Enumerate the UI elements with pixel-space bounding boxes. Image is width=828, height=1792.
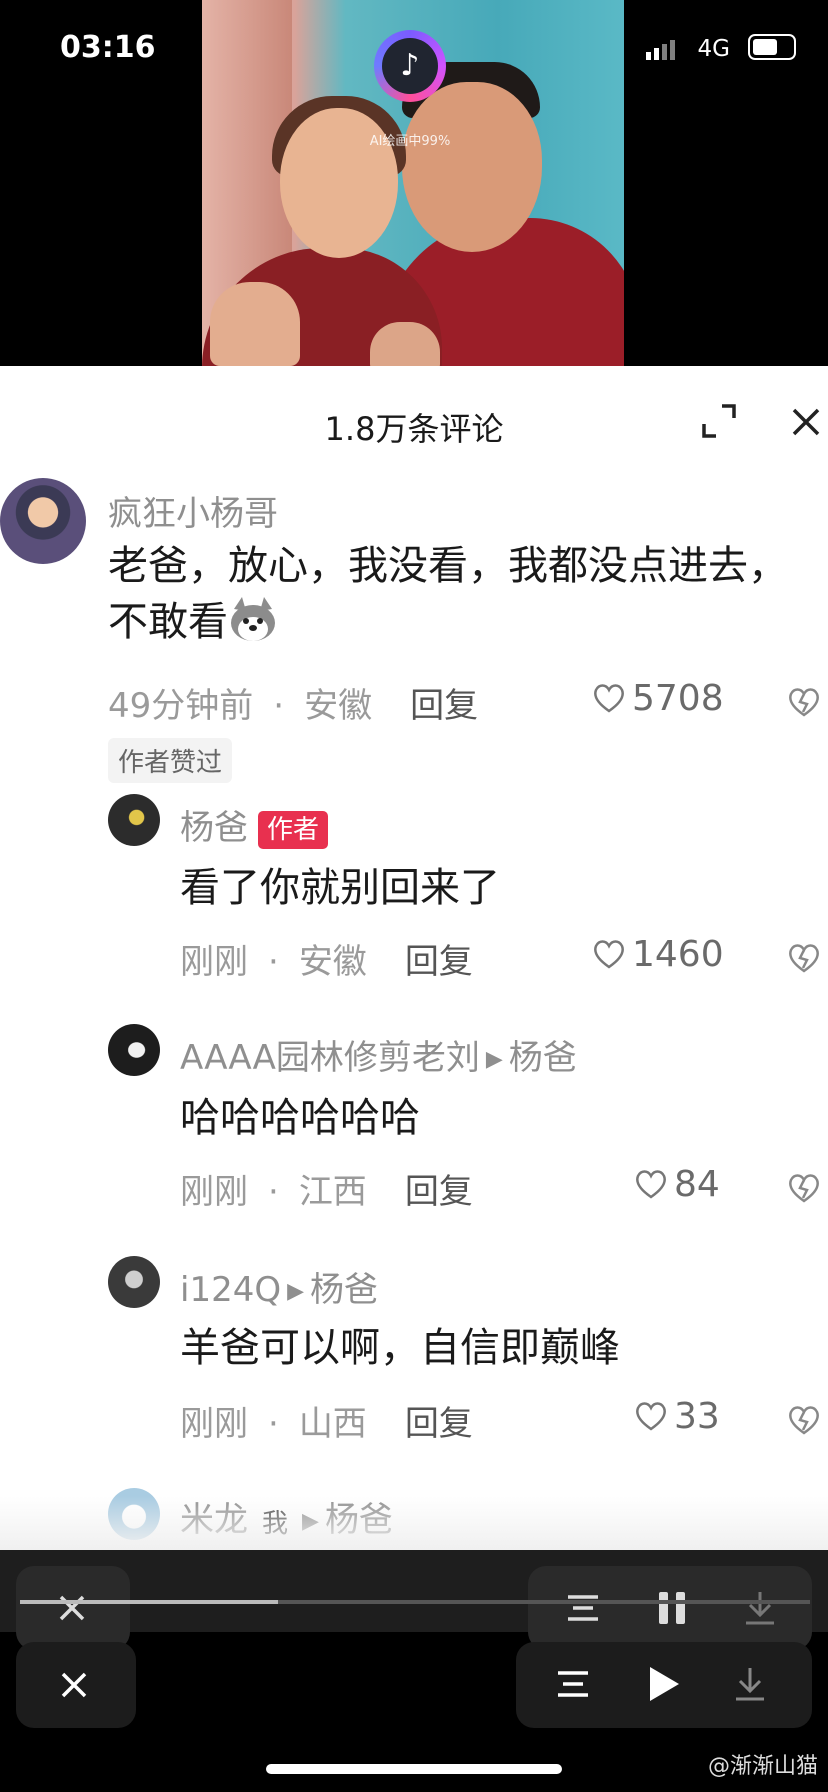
scroll-fade (0, 1496, 828, 1550)
download-icon[interactable] (734, 1666, 766, 1702)
close-icon (59, 1595, 85, 1621)
close-icon (61, 1672, 87, 1698)
reply-button[interactable]: 回复 (405, 1404, 473, 1444)
dislike-icon[interactable] (786, 1170, 822, 1204)
ai-progress-label: AI绘画中99% (369, 134, 451, 149)
battery-icon (748, 34, 796, 60)
reply-target: 杨爸 (508, 1038, 577, 1078)
avatar[interactable] (0, 478, 86, 564)
peace-sign-hand (210, 282, 300, 366)
author-badge: 作者 (258, 810, 329, 849)
dislike-icon[interactable] (786, 684, 822, 718)
comment-time: 刚刚 (180, 942, 248, 982)
reply-button[interactable]: 回复 (410, 686, 478, 726)
avatar[interactable] (108, 794, 160, 846)
signal-icon (646, 40, 678, 60)
reply-button[interactable]: 回复 (405, 1172, 473, 1212)
heart-icon (636, 1170, 666, 1199)
reply-target: 杨爸 (310, 1270, 379, 1310)
comment-time: 49分钟前 (108, 686, 254, 726)
heart-icon (594, 940, 624, 969)
comment-text: 老爸，放心，我没看，我都没点进去，不敢看 (108, 543, 788, 645)
like-button[interactable]: 84 (634, 1164, 720, 1205)
comment-username[interactable]: 疯狂小杨哥 (108, 486, 278, 535)
ghost-close-button (16, 1566, 130, 1650)
status-time: 03:16 (60, 30, 156, 65)
like-count: 1460 (632, 934, 724, 975)
comment-meta: 49分钟前 · 安徽 回复 (108, 686, 479, 726)
reply-button[interactable]: 回复 (405, 942, 473, 982)
close-icon[interactable] (786, 402, 826, 442)
author-liked-tag: 作者赞过 (108, 738, 233, 783)
pause-icon (659, 1592, 685, 1624)
comments-panel: 1.8万条评论 疯狂小杨哥 老爸，放心，我没看，我都没点进去，不敢看 49分钟前… (0, 366, 828, 1550)
list-icon (568, 1595, 598, 1621)
player-control-bar (516, 1642, 812, 1728)
reply-arrow-icon: ▶ (287, 1279, 305, 1304)
watermark-text: @渐渐山猫 (707, 1754, 818, 1779)
expand-icon[interactable] (700, 402, 740, 442)
comment-time: 刚刚 (180, 1172, 248, 1212)
status-bar: 03:16 4G (0, 0, 828, 110)
like-button[interactable]: 5708 (592, 678, 724, 719)
comment-meta: 刚刚 · 江西 回复 (180, 1172, 473, 1212)
comment-location: 安徽 (304, 686, 373, 726)
dislike-icon[interactable] (786, 1402, 822, 1436)
comment-time: 刚刚 (180, 1404, 248, 1444)
comment-username[interactable]: AAAA园林修剪老刘 ▶ 杨爸 (180, 1030, 577, 1079)
avatar[interactable] (108, 1256, 160, 1308)
avatar[interactable] (108, 1024, 160, 1076)
comment-text: 羊爸可以啊，自信即巅峰 (180, 1325, 620, 1371)
list-icon[interactable] (556, 1668, 590, 1700)
playback-progress-bar[interactable] (20, 1600, 810, 1604)
like-button[interactable]: 1460 (592, 934, 724, 975)
home-indicator[interactable] (266, 1764, 562, 1774)
dislike-icon[interactable] (786, 940, 822, 974)
heart-icon (594, 684, 624, 713)
close-button[interactable] (16, 1642, 136, 1728)
comment-username[interactable]: i124Q ▶ 杨爸 (180, 1262, 378, 1311)
comment-meta: 刚刚 · 山西 回复 (180, 1404, 473, 1444)
comment-location: 山西 (298, 1404, 367, 1444)
heart-icon (636, 1402, 666, 1431)
like-count: 84 (674, 1164, 720, 1205)
ghost-control-bar (528, 1566, 812, 1650)
reply-arrow-icon: ▶ (485, 1047, 503, 1072)
comment-location: 江西 (298, 1172, 367, 1212)
download-icon (746, 1592, 774, 1625)
network-type: 4G (697, 36, 730, 62)
comment-meta: 刚刚 · 安徽 回复 (180, 942, 473, 982)
like-count: 33 (674, 1396, 720, 1437)
like-count: 5708 (632, 678, 724, 719)
like-button[interactable]: 33 (634, 1396, 720, 1437)
comment-location: 安徽 (298, 942, 367, 982)
doge-emoji-icon (231, 597, 275, 641)
play-icon[interactable] (646, 1664, 682, 1704)
comment-username[interactable]: 杨爸 作者 (180, 800, 329, 849)
comment-text: 哈哈哈哈哈哈 (180, 1095, 420, 1141)
comment-text: 看了你就别回来了 (180, 865, 500, 911)
